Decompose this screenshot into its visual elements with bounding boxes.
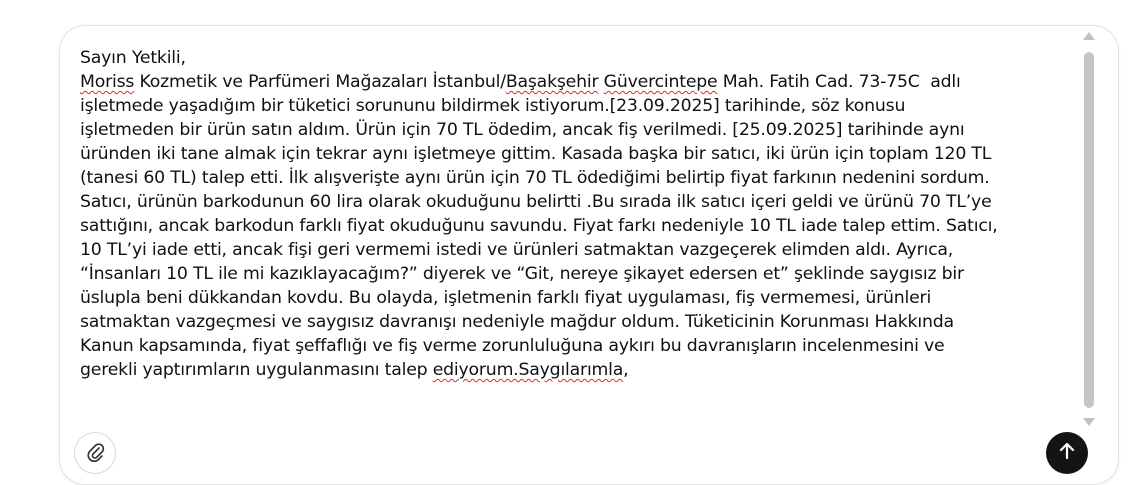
message-text-segment: “İnsanları 10 TL ile mi kazıklayacağım?”…: [80, 264, 964, 284]
message-line: “İnsanları 10 TL ile mi kazıklayacağım?”…: [80, 262, 1070, 286]
message-line: Satıcı, ürünün barkodunun 60 lira olarak…: [80, 190, 1070, 214]
textarea-scrollbar[interactable]: [1080, 30, 1098, 430]
message-line: üründen iki tane almak için tekrar aynı …: [80, 142, 1070, 166]
scroll-up-arrow-icon[interactable]: [1083, 32, 1095, 40]
message-text-segment: 10 TL’yi iade etti, ancak fişi geri verm…: [80, 240, 954, 260]
misspelled-word: ediyorum.Saygılarımla: [432, 360, 624, 380]
message-line: işletmeden bir ürün satın aldım. Ürün iç…: [80, 118, 1070, 142]
message-text-segment: işletmeden bir ürün satın aldım. Ürün iç…: [80, 120, 965, 140]
misspelled-word: Moriss: [80, 72, 135, 92]
scroll-thumb[interactable]: [1084, 52, 1094, 408]
message-line: işletmede yaşadığım bir tüketici sorunun…: [80, 94, 1070, 118]
message-text-segment: Kanun kapsamında, fiyat şeffaflığı ve fi…: [80, 336, 945, 356]
message-line: Moriss Kozmetik ve Parfümeri Mağazaları …: [80, 70, 1070, 94]
paperclip-icon: [87, 443, 105, 462]
message-text-segment: Sayın Yetkili,: [80, 48, 186, 68]
message-text-segment: Kozmetik ve Parfümeri Mağazaları İstanbu…: [134, 72, 506, 92]
message-text-segment: üründen iki tane almak için tekrar aynı …: [80, 144, 992, 164]
message-text-segment: sattığını, ancak barkodun farklı fiyat o…: [80, 216, 998, 236]
message-text-segment: üslupla beni dükkandan kovdu. Bu olayda,…: [80, 288, 932, 308]
message-text-segment: Mah. Fatih Cad. 73-75C adlı: [717, 72, 961, 92]
message-line: gerekli yaptırımların uygulanmasını tale…: [80, 358, 1070, 382]
arrow-up-icon: [1059, 442, 1075, 460]
message-text-segment: işletmede yaşadığım bir tüketici sorunun…: [80, 96, 906, 116]
message-line: 10 TL’yi iade etti, ancak fişi geri verm…: [80, 238, 1070, 262]
send-button[interactable]: [1046, 432, 1088, 474]
message-text-segment: gerekli yaptırımların uygulanmasını tale…: [80, 360, 433, 380]
message-text-segment: (tanesi 60 TL) talep etti. İlk alışveriş…: [80, 168, 990, 188]
scroll-down-arrow-icon[interactable]: [1083, 418, 1095, 426]
message-text-segment: satmaktan vazgeçmesi ve saygısız davranı…: [80, 312, 954, 332]
message-line: üslupla beni dükkandan kovdu. Bu olayda,…: [80, 286, 1070, 310]
message-line: Kanun kapsamında, fiyat şeffaflığı ve fi…: [80, 334, 1070, 358]
message-line: sattığını, ancak barkodun farklı fiyat o…: [80, 214, 1070, 238]
misspelled-word: Başakşehir: [505, 72, 599, 92]
attach-button[interactable]: [74, 432, 116, 474]
message-textarea[interactable]: Sayın Yetkili, Moriss Kozmetik ve Parfüme…: [80, 46, 1070, 382]
message-line: satmaktan vazgeçmesi ve saygısız davranı…: [80, 310, 1070, 334]
message-line: Sayın Yetkili,: [80, 46, 1070, 70]
misspelled-word: Güvercintepe: [603, 72, 718, 92]
message-text-segment: Satıcı, ürünün barkodunun 60 lira olarak…: [80, 192, 992, 212]
message-line: (tanesi 60 TL) talep etti. İlk alışveriş…: [80, 166, 1070, 190]
message-text-segment: ,: [623, 360, 629, 380]
